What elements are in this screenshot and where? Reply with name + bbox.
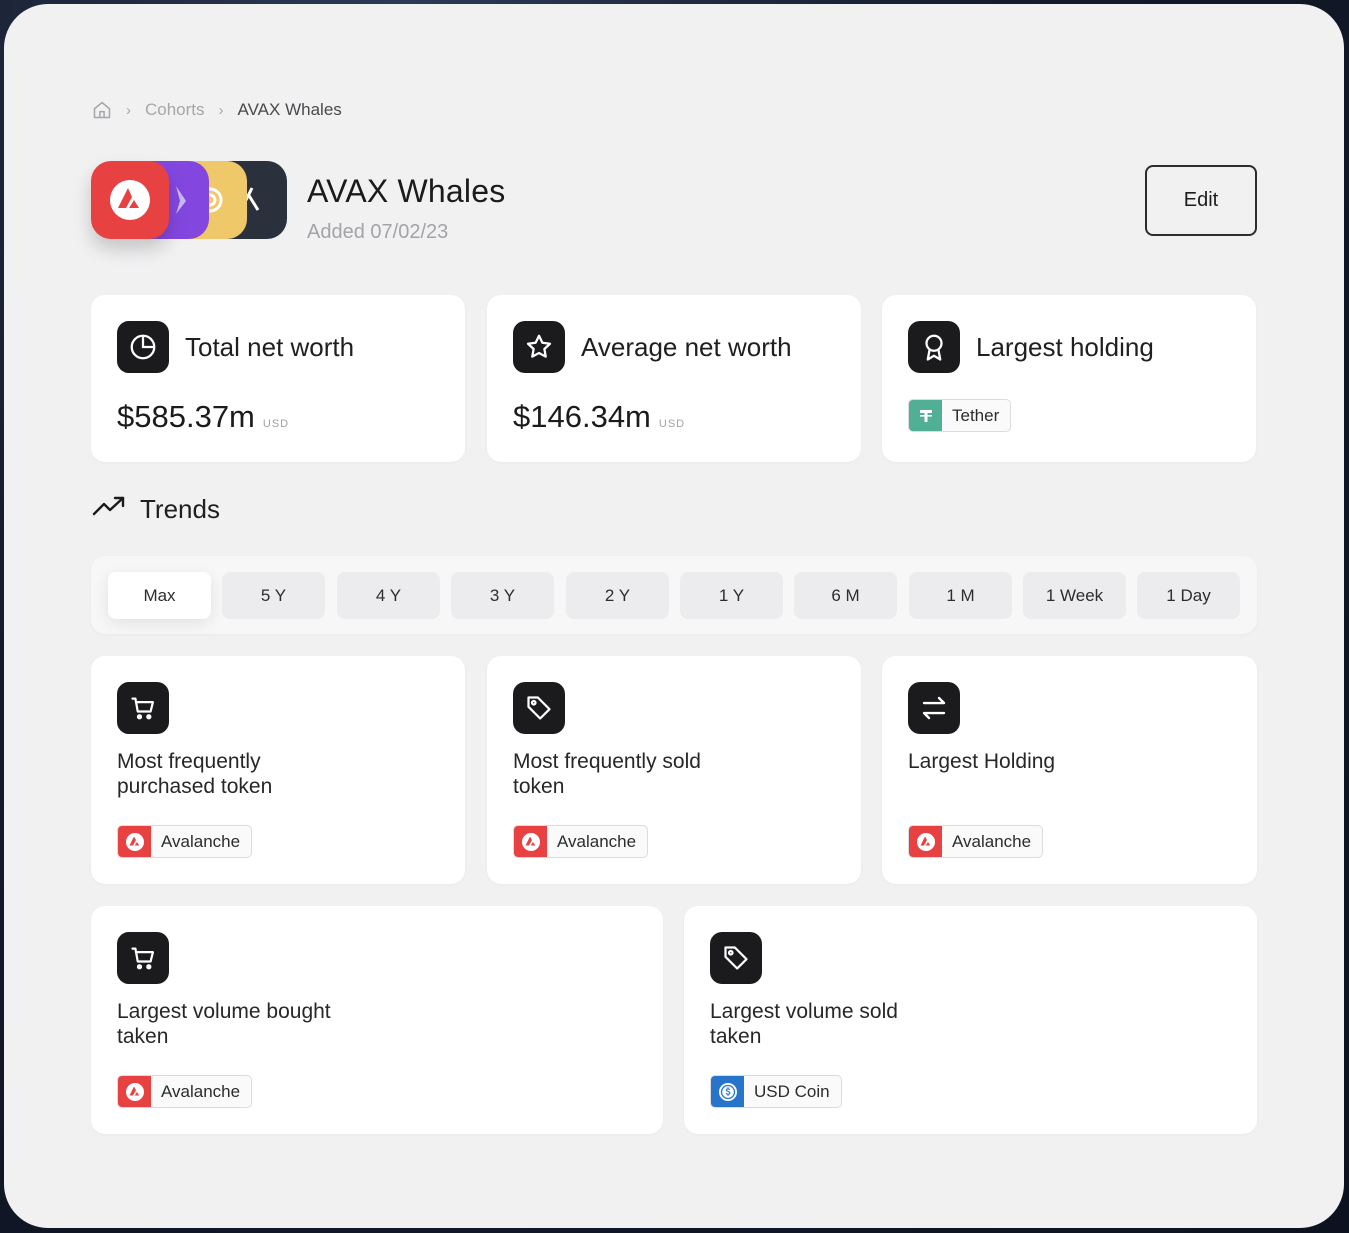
trend-card-largest-volume-sold: Largest volume sold taken USD Coin <box>684 906 1257 1134</box>
chevron-right-icon: › <box>126 101 131 119</box>
range-6m[interactable]: 6 M <box>794 572 897 619</box>
swap-icon <box>908 682 960 734</box>
star-icon <box>513 321 565 373</box>
trend-card-largest-holding: Largest Holding Avalanche <box>882 656 1257 884</box>
award-icon <box>908 321 960 373</box>
stat-card-largest-holding: Largest holding Tether <box>882 295 1256 462</box>
range-5y[interactable]: 5 Y <box>222 572 325 619</box>
token-name: Avalanche <box>952 831 1032 851</box>
stat-title: Average net worth <box>581 332 792 362</box>
stat-value: $585.37m USD <box>117 399 289 435</box>
trend-card-most-purchased: Most frequently purchased token Avalanch… <box>91 656 465 884</box>
page-title: AVAX Whales <box>307 173 506 209</box>
avalanche-logo-icon <box>91 161 169 239</box>
breadcrumb-current: AVAX Whales <box>237 100 342 119</box>
token-chip-tether[interactable]: Tether <box>908 399 1012 432</box>
cart-icon <box>117 682 169 734</box>
trend-label: Most frequently sold token <box>513 750 701 798</box>
token-name: Avalanche <box>557 831 637 851</box>
stat-card-total-net-worth: Total net worth $585.37m USD <box>91 295 465 462</box>
trending-up-icon <box>92 494 126 525</box>
stat-unit: USD <box>262 418 290 430</box>
added-date: Added 07/02/23 <box>307 221 449 243</box>
range-1m[interactable]: 1 M <box>909 572 1012 619</box>
trend-label: Largest volume bought taken <box>117 1000 331 1048</box>
trend-label: Largest volume sold taken <box>710 1000 898 1048</box>
time-range-selector: Max 5 Y 4 Y 3 Y 2 Y 1 Y 6 M 1 M 1 Week 1… <box>91 556 1257 634</box>
pie-chart-icon <box>117 321 169 373</box>
range-3y[interactable]: 3 Y <box>451 572 554 619</box>
avalanche-icon <box>514 826 547 857</box>
token-name: Avalanche <box>161 1081 241 1101</box>
token-chip-avalanche[interactable]: Avalanche <box>908 825 1044 858</box>
stat-title: Total net worth <box>185 332 355 362</box>
chevron-right-icon: › <box>218 101 224 119</box>
trend-card-largest-volume-bought: Largest volume bought taken Avalanche <box>91 906 663 1134</box>
avalanche-icon <box>909 826 942 857</box>
range-1-day[interactable]: 1 Day <box>1137 572 1240 619</box>
usd-coin-icon <box>711 1076 744 1107</box>
tether-icon <box>909 400 942 431</box>
token-name: Tether <box>952 405 1000 425</box>
app-window: › Cohorts › AVAX Whales AVAX Whales Adde… <box>4 4 1344 1228</box>
breadcrumb-cohorts[interactable]: Cohorts <box>145 100 205 120</box>
range-1-week[interactable]: 1 Week <box>1023 572 1126 619</box>
trends-heading: Trends <box>92 494 220 525</box>
token-chip-avalanche[interactable]: Avalanche <box>117 825 253 858</box>
tag-icon <box>513 682 565 734</box>
stat-unit: USD <box>658 418 686 430</box>
token-chip-usd-coin[interactable]: USD Coin <box>710 1075 842 1108</box>
stat-card-average-net-worth: Average net worth $146.34m USD <box>487 295 861 462</box>
avalanche-icon <box>118 826 151 857</box>
trend-label: Largest Holding <box>908 750 1056 773</box>
stat-value: $146.34m USD <box>513 399 685 435</box>
edit-button[interactable]: Edit <box>1145 165 1257 236</box>
cohort-header: AVAX Whales Added 07/02/23 Edit <box>91 161 1257 245</box>
stat-amount: $146.34m <box>513 399 651 434</box>
home-icon[interactable] <box>92 100 112 120</box>
trend-card-most-sold: Most frequently sold token Avalanche <box>487 656 861 884</box>
cohort-token-logos <box>91 161 287 241</box>
trend-label: Most frequently purchased token <box>117 750 273 798</box>
range-max[interactable]: Max <box>108 572 211 619</box>
token-name: Avalanche <box>161 831 241 851</box>
stat-title: Largest holding <box>976 332 1154 362</box>
token-chip-avalanche[interactable]: Avalanche <box>117 1075 253 1108</box>
breadcrumb: › Cohorts › AVAX Whales <box>92 100 342 120</box>
token-chip-avalanche[interactable]: Avalanche <box>513 825 649 858</box>
range-4y[interactable]: 4 Y <box>337 572 440 619</box>
token-name: USD Coin <box>754 1081 830 1101</box>
avalanche-icon <box>118 1076 151 1107</box>
range-1y[interactable]: 1 Y <box>680 572 783 619</box>
trends-title: Trends <box>140 494 220 524</box>
range-2y[interactable]: 2 Y <box>566 572 669 619</box>
cart-icon <box>117 932 169 984</box>
tag-icon <box>710 932 762 984</box>
stat-amount: $585.37m <box>117 399 255 434</box>
